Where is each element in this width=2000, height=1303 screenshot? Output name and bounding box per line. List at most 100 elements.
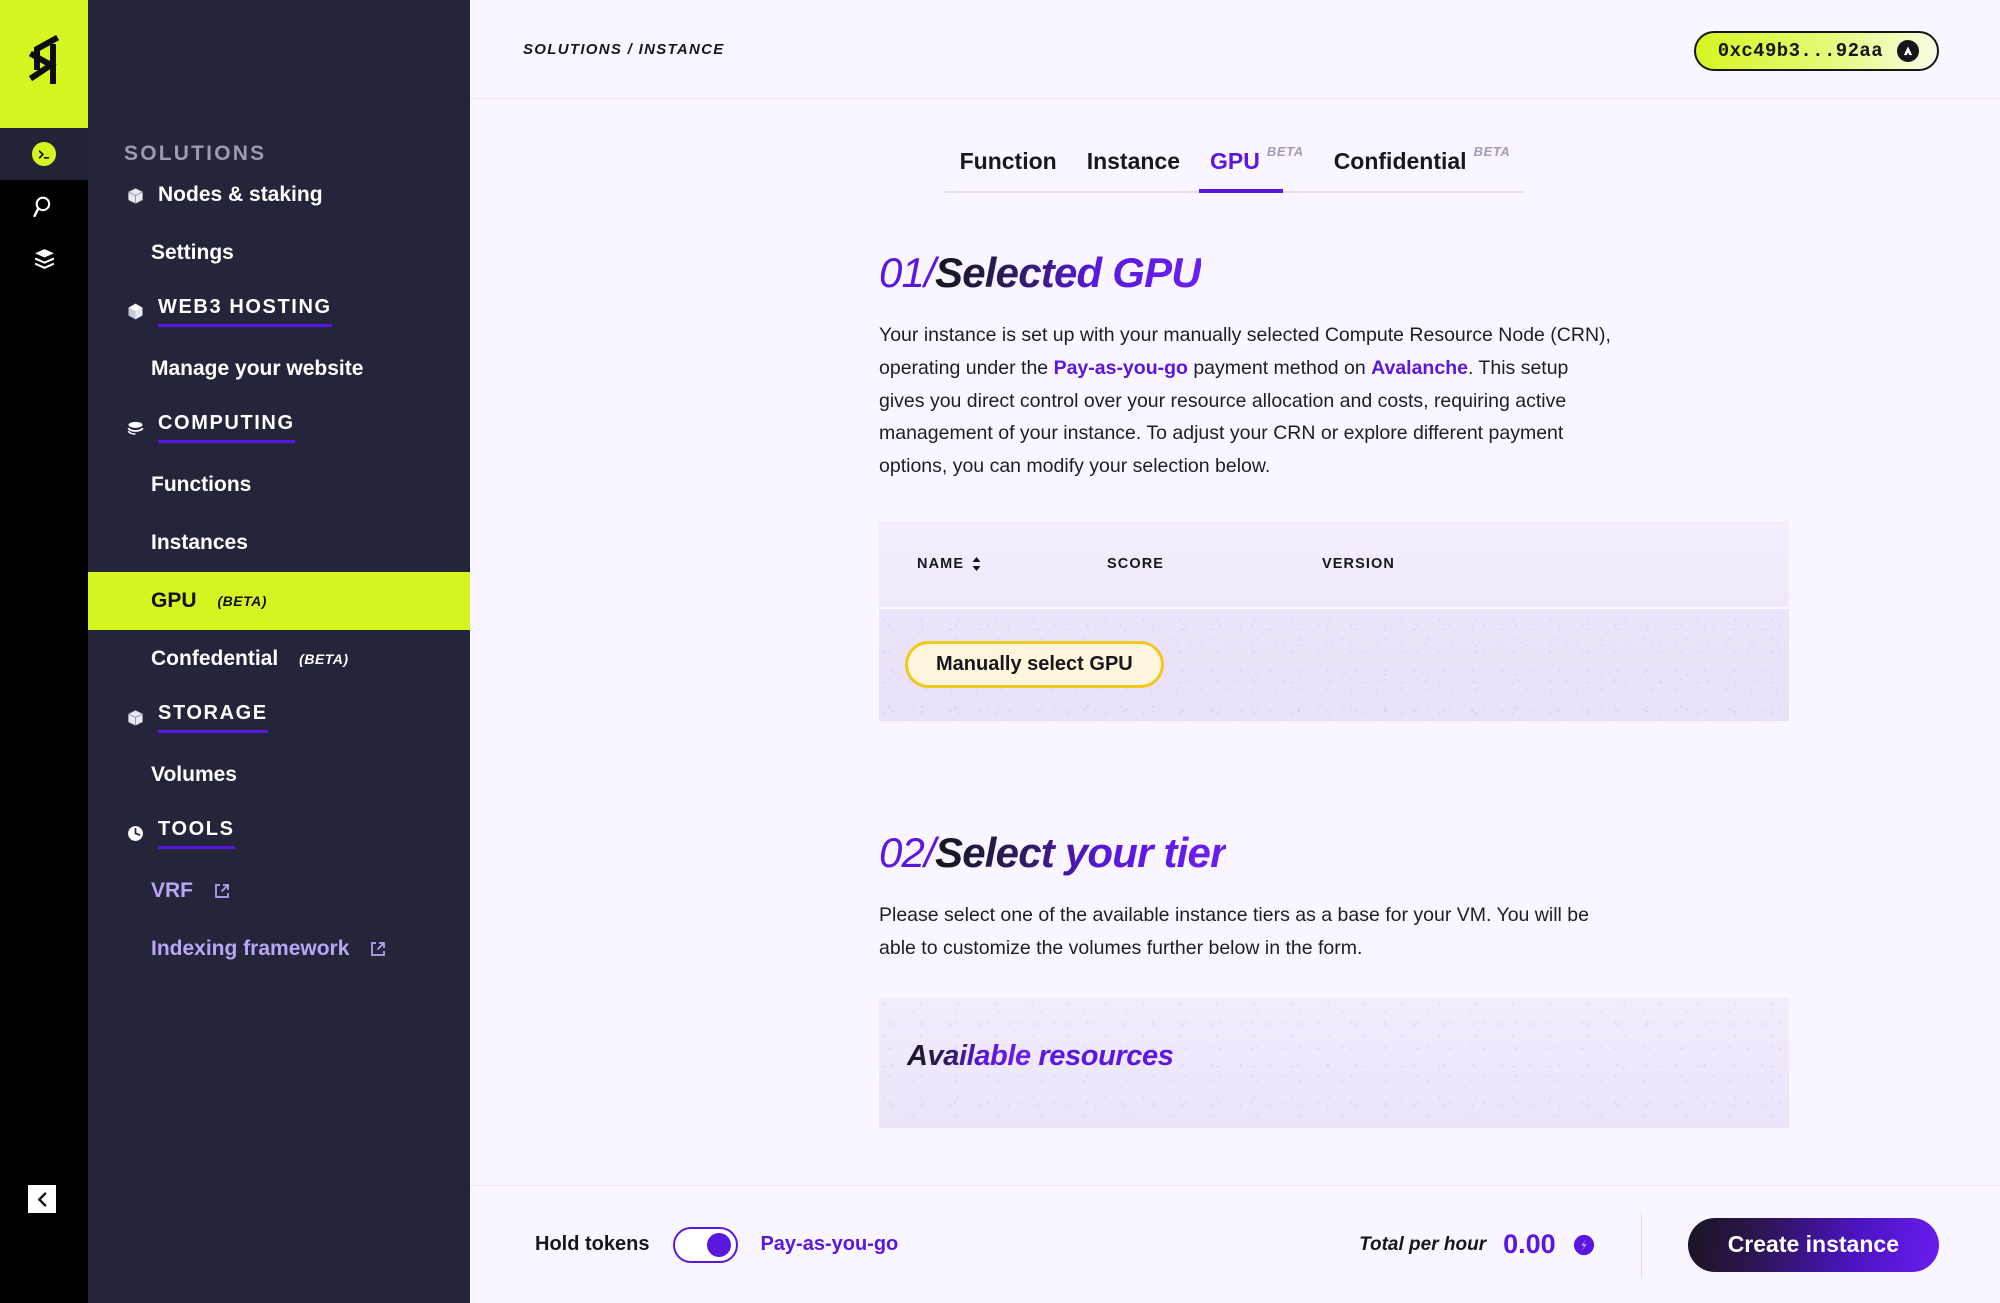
sidebar-item-volumes[interactable]: Volumes — [88, 746, 470, 804]
tab-bar-wrapper: Function Instance GPU BETA Confidential BETA — [470, 99, 2000, 193]
sidebar-item-label: Instances — [151, 531, 248, 554]
column-header-score: SCORE — [1107, 555, 1165, 572]
section-2: 02/Select your tier Please select one of… — [879, 829, 1789, 1129]
sidebar-item-label: WEB3 HOSTING — [158, 296, 332, 327]
section-2-description: Please select one of the available insta… — [879, 903, 1589, 959]
sidebar-item-vrf[interactable]: VRF — [88, 862, 470, 920]
column-header-name[interactable]: NAME — [917, 556, 1107, 572]
search-icon[interactable] — [0, 180, 88, 232]
desc-highlight-payment: Pay-as-you-go — [1053, 356, 1188, 379]
sidebar-item-label: TOOLS — [158, 818, 235, 849]
sidebar-item-label: Manage your website — [151, 357, 364, 380]
tab-label: Instance — [1086, 148, 1181, 174]
sidebar-item-label: Functions — [151, 473, 252, 496]
section-2-number: 02/ — [879, 828, 936, 876]
cube-icon — [124, 300, 146, 322]
tab-beta-badge: BETA — [1473, 144, 1511, 159]
top-bar: SOLUTIONS / INSTANCE 0xc49b3...92aa — [470, 0, 2000, 99]
sidebar-item-label: VRF — [151, 879, 193, 902]
sidebar-item-label: Indexing framework — [151, 937, 350, 960]
available-resources-title-a: Available — [907, 1040, 1039, 1073]
sort-toggle-icon[interactable] — [971, 556, 982, 571]
gpu-selection-card: NAME SCORE VERSION Manually select GPU — [879, 520, 1789, 721]
sidebar-item-label: Settings — [151, 241, 234, 264]
beta-badge: (BETA) — [217, 593, 267, 609]
available-resources-card: Available resources — [879, 998, 1789, 1129]
toggle-knob — [707, 1232, 732, 1257]
tab-confidential[interactable]: Confidential BETA — [1319, 144, 1526, 191]
sidebar-item-indexing-framework[interactable]: Indexing framework — [88, 920, 470, 978]
sidebar-item-storage[interactable]: STORAGE — [88, 688, 470, 746]
beta-badge: (BETA) — [299, 651, 349, 667]
box-icon — [124, 184, 146, 206]
bottom-action-bar: Hold tokens Pay-as-you-go Total per hour… — [470, 1185, 2000, 1303]
payment-mode-label: Pay-as-you-go — [760, 1233, 899, 1255]
sidebar-item-label: GPU — [151, 589, 197, 612]
section-1-number: 01/ — [879, 249, 936, 296]
section-2-title: Select your tier — [935, 828, 1226, 876]
section-1-description: Your instance is set up with your manual… — [879, 319, 1619, 483]
tab-label: Function — [959, 148, 1057, 174]
hold-tokens-label: Hold tokens — [535, 1233, 650, 1255]
section-1-heading: 01/Selected GPU — [879, 249, 1789, 297]
sidebar-item-list: Nodes & staking Settings WEB3 HOSTING Manag… — [88, 166, 470, 978]
sidebar-item-computing[interactable]: COMPUTING — [88, 398, 470, 456]
sidebar-item-nodes-staking[interactable]: Nodes & staking — [88, 166, 470, 224]
wallet-button[interactable]: 0xc49b3...92aa — [1693, 31, 1939, 71]
external-link-icon — [214, 883, 230, 899]
main-content: SOLUTIONS / INSTANCE 0xc49b3...92aa Func… — [470, 0, 2000, 1303]
icon-rail — [0, 0, 88, 1303]
form-content: 01/Selected GPU Your instance is set up … — [879, 193, 1789, 1129]
layers-icon[interactable] — [0, 232, 88, 284]
sidebar-item-web3-hosting[interactable]: WEB3 HOSTING — [88, 282, 470, 340]
column-header-version: VERSION — [1322, 555, 1395, 572]
sidebar-item-functions[interactable]: Functions — [88, 456, 470, 514]
available-resources-title-b: resources — [1038, 1040, 1174, 1073]
sidebar-item-confedential[interactable]: Confedential (BETA) — [88, 630, 470, 688]
total-per-hour-group: Total per hour 0.00 — [1359, 1212, 1642, 1277]
external-link-icon — [370, 941, 386, 957]
sidebar-item-label: Volumes — [151, 763, 237, 786]
sidebar-item-settings[interactable]: Settings — [88, 224, 470, 282]
tab-function[interactable]: Function — [945, 148, 1072, 191]
section-2-heading: 02/Select your tier — [879, 829, 1789, 877]
sidebar-nav: SOLUTIONS Nodes & staking Settings WEB3 HO… — [88, 0, 470, 1303]
create-instance-button[interactable]: Create instance — [1687, 1217, 1939, 1272]
gpu-table-header: NAME SCORE VERSION — [879, 520, 1789, 609]
aleph-token-icon — [1573, 1234, 1595, 1256]
desc-highlight-network: Avalanche — [1371, 356, 1468, 379]
wallet-address: 0xc49b3...92aa — [1717, 40, 1883, 62]
payment-mode-toggle[interactable] — [673, 1226, 739, 1263]
sidebar-item-instances[interactable]: Instances — [88, 514, 470, 572]
manually-select-gpu-button[interactable]: Manually select GPU — [905, 641, 1164, 689]
available-resources-title: Available resources — [907, 1040, 1174, 1073]
tab-gpu[interactable]: GPU BETA — [1195, 144, 1319, 193]
gpu-table-body: Manually select GPU — [879, 609, 1789, 721]
sidebar-item-manage-your-website[interactable]: Manage your website — [88, 340, 470, 398]
sidebar-item-gpu[interactable]: GPU (BETA) — [88, 572, 470, 630]
column-header-name-label: NAME — [917, 555, 965, 572]
total-per-hour-value: 0.00 — [1503, 1229, 1556, 1259]
tab-label: Confidential — [1333, 148, 1467, 174]
total-per-hour-label: Total per hour — [1359, 1233, 1487, 1255]
sidebar-item-label: Nodes & staking — [158, 183, 323, 206]
section-1-title: Selected GPU — [935, 249, 1202, 296]
sidebar-section-title: SOLUTIONS — [124, 142, 267, 165]
clock-icon — [124, 822, 146, 844]
tab-beta-badge: BETA — [1266, 144, 1304, 159]
avalanche-icon — [1897, 40, 1919, 62]
desc-part-2: payment method on — [1187, 356, 1372, 379]
sidebar-item-tools[interactable]: TOOLS — [88, 804, 470, 862]
sidebar-item-label: Confedential — [151, 647, 279, 670]
sidebar-item-label: COMPUTING — [158, 412, 295, 443]
tab-bar: Function Instance GPU BETA Confidential BETA — [944, 144, 1526, 193]
aleph-logo[interactable] — [0, 0, 88, 128]
breadcrumb[interactable]: SOLUTIONS / INSTANCE — [523, 41, 725, 58]
sidebar-item-label: STORAGE — [158, 702, 268, 733]
tab-label: GPU — [1210, 148, 1260, 174]
user-avatar-slot[interactable] — [0, 128, 88, 180]
box-icon — [124, 706, 146, 728]
tab-instance[interactable]: Instance — [1072, 148, 1195, 191]
collapse-sidebar-button[interactable] — [28, 1185, 56, 1213]
avatar — [32, 142, 56, 166]
